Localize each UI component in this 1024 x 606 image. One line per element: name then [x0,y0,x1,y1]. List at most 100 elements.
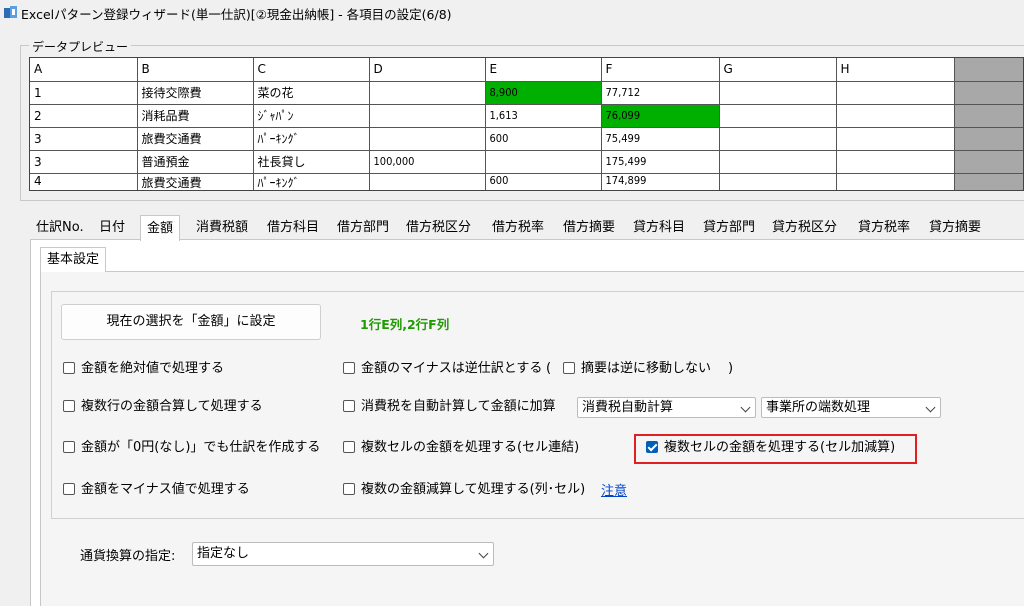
grid-cell[interactable]: 消耗品費 [137,104,254,128]
grid-cell[interactable] [719,127,837,151]
checkbox-box[interactable] [63,362,75,374]
grid-cell[interactable]: ﾊﾟｰｷﾝｸﾞ [253,127,370,151]
rounding-select[interactable]: 事業所の端数処理 [761,397,941,418]
grid-cell[interactable]: 3 [30,150,138,174]
column-header[interactable]: G [719,58,837,82]
app-icon [4,6,17,18]
tab-tax-amount[interactable]: 消費税額 [190,217,254,239]
grid-cell[interactable] [836,173,955,190]
tab-entry-no[interactable]: 仕訳No. [30,217,90,239]
checkbox-minus-reverse[interactable]: 金額のマイナスは逆仕訳とする [343,359,542,379]
grid-cell[interactable]: 100,000 [369,150,486,174]
grid-cell[interactable]: 600 [485,127,602,151]
tab-debit-memo[interactable]: 借方摘要 [557,217,621,239]
grid-cell[interactable] [836,127,955,151]
grid-cell[interactable] [719,81,837,105]
rounding-value: 事業所の端数処理 [766,400,871,415]
grid-cell[interactable]: 75,499 [601,127,720,151]
data-preview-grid[interactable]: A B C D E F G H 1 接待交際費 菜の花 8,900 77,712… [29,57,1024,191]
grid-cell[interactable]: 旅費交通費 [137,127,254,151]
grid-cell[interactable]: 2 [30,104,138,128]
tab-debit-account[interactable]: 借方科目 [261,217,325,239]
grid-cell[interactable] [836,104,955,128]
grid-cell[interactable]: 174,899 [601,173,720,190]
checkbox-box[interactable] [563,362,575,374]
tab-debit-dept[interactable]: 借方部門 [331,217,395,239]
title-bar: Excelパターン登録ウィザード(単一仕訳)[②現金出納帳] - 各項目の設定(… [0,0,1024,24]
tab-credit-tax-rate[interactable]: 貸方税率 [852,217,916,239]
currency-label: 通貨換算の指定: [80,549,176,564]
grid-cell[interactable] [369,104,486,128]
checkbox-cell-addsub[interactable]: 複数セルの金額を処理する(セル加減算) [646,438,895,458]
column-header[interactable]: A [30,58,138,82]
checkbox-multi-subtract[interactable]: 複数の金額減算して処理する(列･セル) [343,480,585,500]
tab-debit-tax-rate[interactable]: 借方税率 [486,217,550,239]
column-header[interactable]: B [137,58,254,82]
grid-cell[interactable]: 175,499 [601,150,720,174]
grid-cell[interactable] [719,104,837,128]
grid-cell[interactable]: 社長貸し [253,150,370,174]
grid-cell[interactable] [369,127,486,151]
tab-amount[interactable]: 金額 [140,215,181,241]
tab-debit-tax-class[interactable]: 借方税区分 [400,217,477,239]
grid-cell[interactable]: 3 [30,127,138,151]
checkbox-label: 金額のマイナスは逆仕訳とする [361,361,543,376]
grid-cell[interactable] [719,150,837,174]
grid-cell[interactable]: 1,613 [485,104,602,128]
checkbox-negative-value[interactable]: 金額をマイナス値で処理する [63,480,250,500]
grid-cell[interactable] [836,150,955,174]
currency-value: 指定なし [197,546,250,561]
checkbox-box[interactable] [343,441,355,453]
tax-calc-value: 消費税自動計算 [582,400,674,415]
checkbox-label: 複数の金額減算して処理する(列･セル) [361,482,586,497]
tab-credit-dept[interactable]: 貸方部門 [697,217,761,239]
grid-filler [954,127,1023,151]
grid-cell[interactable]: 4 [30,173,138,190]
tab-date[interactable]: 日付 [93,217,131,239]
column-header[interactable]: E [485,58,602,82]
checkbox-box[interactable] [63,483,75,495]
grid-cell[interactable]: 菜の花 [253,81,370,105]
tab-basic-settings[interactable]: 基本設定 [40,247,107,272]
checkbox-box[interactable] [343,400,355,412]
note-link[interactable]: 注意 [601,480,627,499]
checkbox-box[interactable] [63,441,75,453]
grid-cell[interactable]: ｼﾞｬﾊﾟﾝ [253,104,370,128]
tab-credit-account[interactable]: 貸方科目 [627,217,691,239]
column-header[interactable]: F [601,58,720,82]
tax-calc-select[interactable]: 消費税自動計算 [577,397,756,418]
tab-credit-memo[interactable]: 貸方摘要 [923,217,987,239]
grid-cell[interactable] [485,150,602,174]
grid-cell[interactable]: 1 [30,81,138,105]
grid-cell-selected[interactable]: 8,900 [485,81,602,105]
checkbox-no-move-memo[interactable]: 摘要は逆に移動しない [563,359,711,379]
grid-cell[interactable] [369,173,486,190]
column-header[interactable]: C [253,58,370,82]
checkbox-zero-amount[interactable]: 金額が「0円(なし)」でも仕訳を作成する [63,438,320,458]
grid-cell[interactable]: 旅費交通費 [137,173,254,190]
grid-cell[interactable]: 普通預金 [137,150,254,174]
checkbox-sum-rows[interactable]: 複数行の金額合算して処理する [63,397,263,417]
grid-cell[interactable] [369,81,486,105]
grid-filler [954,104,1023,128]
checkbox-box[interactable] [343,362,355,374]
grid-cell[interactable]: 77,712 [601,81,720,105]
checkbox-box[interactable] [646,441,658,453]
grid-cell[interactable] [719,173,837,190]
checkbox-cell-concat[interactable]: 複数セルの金額を処理する(セル連結) [343,438,579,458]
grid-cell[interactable]: 600 [485,173,602,190]
checkbox-label: 金額を絶対値で処理する [81,361,225,376]
checkbox-auto-tax[interactable]: 消費税を自動計算して金額に加算 [343,397,556,417]
column-header[interactable]: H [836,58,955,82]
grid-cell-selected[interactable]: 76,099 [601,104,720,128]
checkbox-box[interactable] [63,400,75,412]
grid-cell[interactable]: 接待交際費 [137,81,254,105]
grid-cell[interactable] [836,81,955,105]
checkbox-absolute-value[interactable]: 金額を絶対値で処理する [63,359,224,379]
grid-cell[interactable]: ﾊﾟｰｷﾝｸﾞ [253,173,370,190]
currency-select[interactable]: 指定なし [192,542,494,566]
tab-credit-tax-class[interactable]: 貸方税区分 [766,217,843,239]
column-header[interactable]: D [369,58,486,82]
set-amount-button[interactable]: 現在の選択を「金額」に設定 [61,304,321,340]
checkbox-box[interactable] [343,483,355,495]
